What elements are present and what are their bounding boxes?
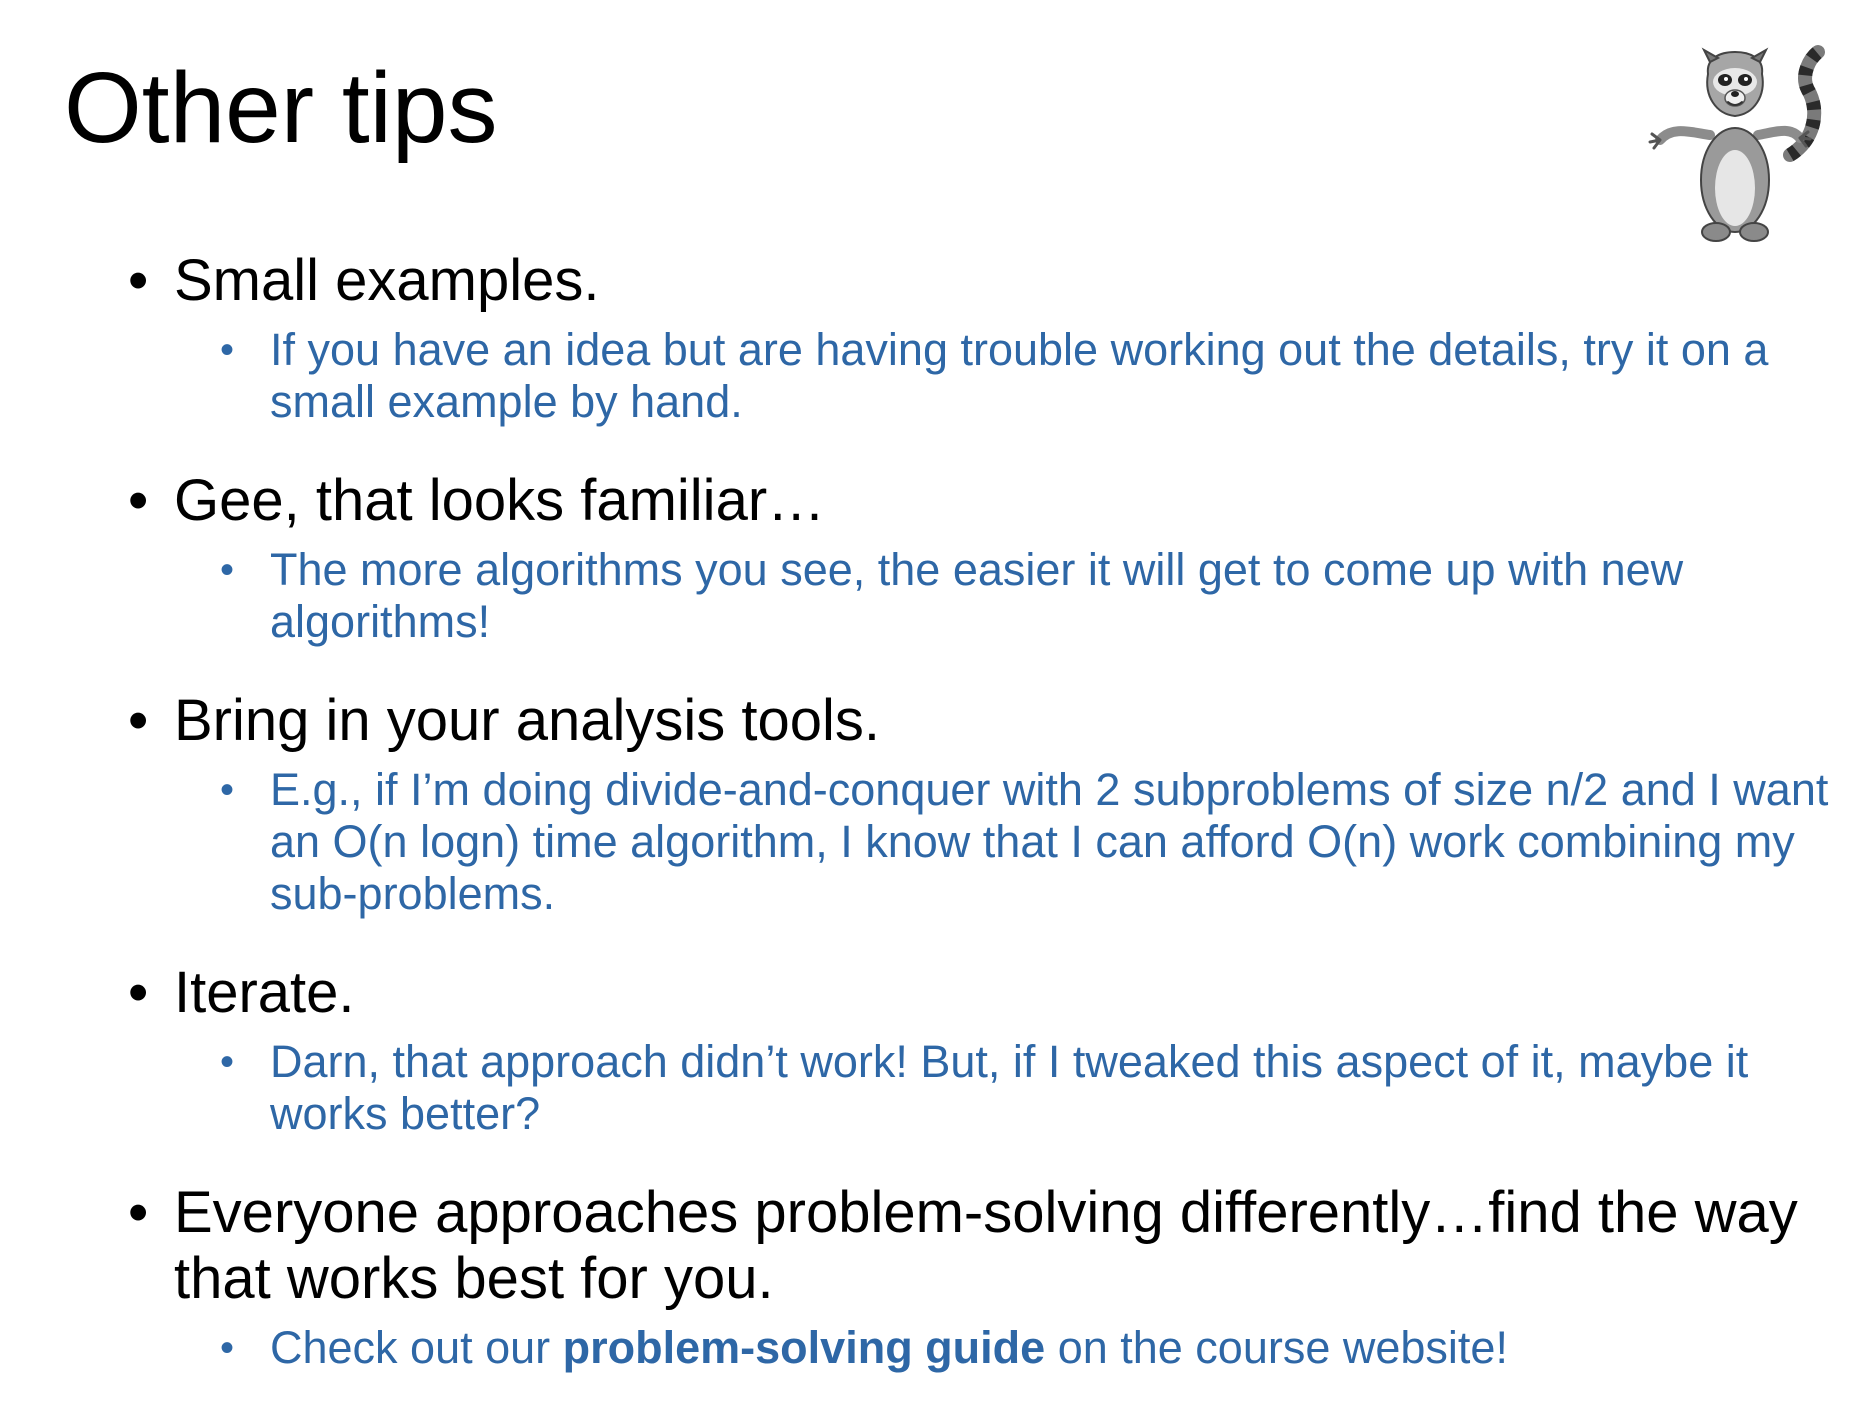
level2-item: • The more algorithms you see, the easie… — [220, 544, 1840, 648]
lemur-mascot-icon — [1648, 45, 1825, 242]
bullet-icon: • — [128, 960, 149, 1025]
level2-text: Check out our problem-solving guide on t… — [270, 1322, 1508, 1373]
bullet-icon: • — [220, 1040, 235, 1084]
level1-item: • Everyone approaches problem-solving di… — [120, 1180, 1840, 1312]
level1-item: • Iterate. — [120, 960, 1840, 1026]
bullet-icon: • — [128, 248, 149, 313]
level1-text: Gee, that looks familiar… — [174, 468, 826, 533]
list-item: • Gee, that looks familiar… • The more a… — [120, 468, 1840, 648]
level2-text: Darn, that approach didn’t work! But, if… — [270, 1036, 1749, 1139]
list-item: • Iterate. • Darn, that approach didn’t … — [120, 960, 1840, 1140]
level2-text: The more algorithms you see, the easier … — [270, 544, 1684, 647]
bullet-icon: • — [128, 1180, 149, 1245]
level2-item: • Darn, that approach didn’t work! But, … — [220, 1036, 1840, 1140]
bullet-icon: • — [220, 548, 235, 592]
slide-title: Other tips — [64, 52, 498, 164]
list-item: • Everyone approaches problem-solving di… — [120, 1180, 1840, 1374]
bullet-icon: • — [220, 1326, 235, 1370]
bullet-list: • Small examples. • If you have an idea … — [120, 248, 1840, 1374]
level1-item: • Small examples. — [120, 248, 1840, 314]
bullet-icon: • — [128, 688, 149, 753]
bullet-icon: • — [220, 768, 235, 812]
level2-item: • E.g., if I’m doing divide-and-conquer … — [220, 764, 1840, 920]
level2-item: • If you have an idea but are having tro… — [220, 324, 1840, 428]
level2-text-suffix: on the course website! — [1045, 1322, 1508, 1373]
level1-item: • Gee, that looks familiar… — [120, 468, 1840, 534]
level2-text-prefix: Check out our — [270, 1322, 563, 1373]
bullet-icon: • — [220, 328, 235, 372]
level1-text: Bring in your analysis tools. — [174, 688, 880, 753]
level1-text: Iterate. — [174, 960, 355, 1025]
level2-text: If you have an idea but are having troub… — [270, 324, 1769, 427]
level2-text: E.g., if I’m doing divide-and-conquer wi… — [270, 764, 1829, 919]
level1-item: • Bring in your analysis tools. — [120, 688, 1840, 754]
problem-solving-guide-text: problem-solving guide — [562, 1322, 1046, 1373]
level1-text: Everyone approaches problem-solving diff… — [174, 1180, 1798, 1311]
bullet-icon: • — [128, 468, 149, 533]
level2-item: • Check out our problem-solving guide on… — [220, 1322, 1840, 1374]
list-item: • Small examples. • If you have an idea … — [120, 248, 1840, 428]
list-item: • Bring in your analysis tools. • E.g., … — [120, 688, 1840, 920]
level1-text: Small examples. — [174, 248, 600, 313]
slide: Other tips • Small examples. • If you ha… — [0, 0, 1872, 1424]
